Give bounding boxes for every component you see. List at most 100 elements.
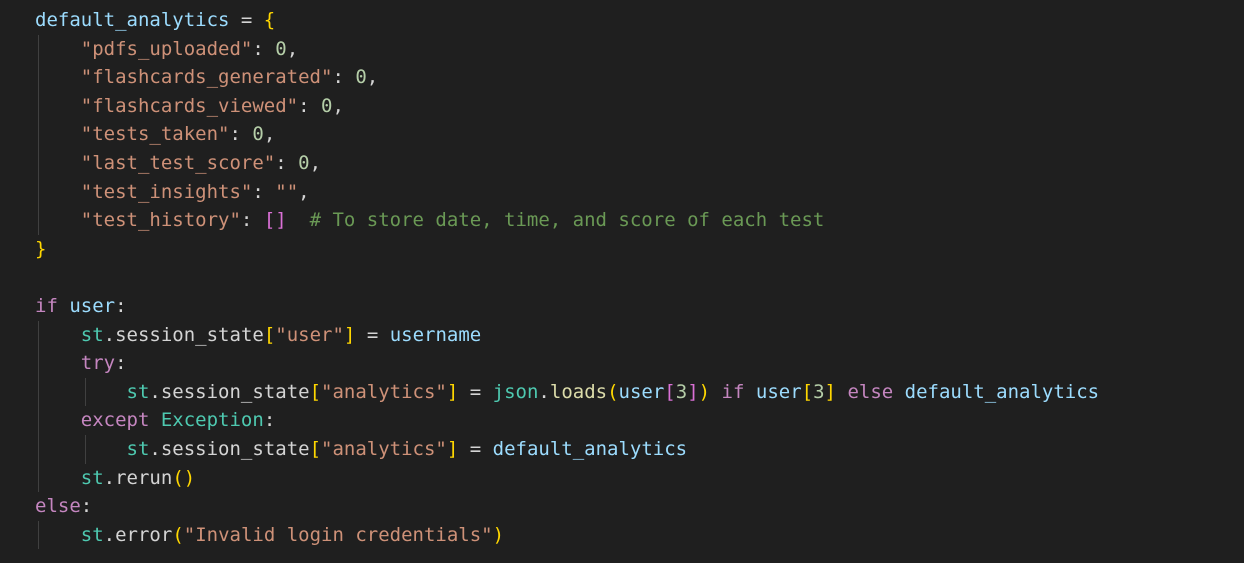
code-line-12: st.session_state["user"] = username [0,320,1244,350]
attribute-name: session_state [115,323,264,346]
operator: = [458,380,493,403]
dict-key: "test_history" [80,209,241,232]
code-comment: # To store date, time, and score of each… [286,209,825,232]
code-line-8: "test_history": [] # To store date, time… [0,206,1244,235]
punctuation: . [149,437,161,460]
punctuation: : [275,151,299,174]
keyword: except [80,409,150,432]
dict-key: "pdfs_uploaded" [80,37,253,60]
indent-guide [38,148,39,178]
bracket: [ [263,323,276,346]
object-name: st [126,437,150,460]
class-name: Exception [160,409,264,432]
number-literal: 0 [355,66,367,89]
variable-name: user [755,380,802,403]
indent-guide [38,406,39,435]
bracket: ( [607,380,619,403]
number-literal: 3 [813,380,825,403]
punctuation: . [149,380,161,403]
keyword: if [710,380,756,403]
punctuation: : [240,209,264,232]
variable-name: default_analytics [35,9,230,31]
bracket: [ [801,380,814,403]
number-literal: 0 [321,94,333,117]
string-literal: "Invalid login credentials" [183,523,493,546]
object-name: st [80,466,104,489]
string-literal: "analytics" [321,380,447,403]
punctuation: , [298,180,310,203]
keyword: else [836,380,905,403]
bracket: [ [309,380,322,403]
bracket: [ [309,437,322,460]
indent-guide [38,520,39,550]
bracket: ] [446,437,459,460]
object-name: st [80,323,104,346]
punctuation: . [103,466,116,489]
variable-name: user [69,294,116,317]
code-line-9: } [0,235,1244,264]
code-line-11: if user: [0,292,1244,321]
bracket: { [263,9,276,31]
operator: = [229,9,264,31]
string-literal: "user" [275,323,344,346]
keyword: if [35,294,58,317]
indent-guide [85,434,86,464]
operator: = [458,437,493,460]
bracket: ] [687,380,699,403]
number-literal: 0 [298,151,310,174]
indent-guide [38,377,39,407]
keyword: else [35,495,81,518]
code-line-17: st.rerun() [0,463,1244,493]
indent-guide [38,434,39,464]
punctuation: : [80,495,93,518]
bracket: ] [446,380,459,403]
indent-guide [38,206,39,235]
number-literal: 3 [675,380,688,403]
punctuation: , [263,123,276,146]
punctuation: : [115,352,127,375]
operator: = [355,323,390,346]
code-line-5: "tests_taken": 0, [0,120,1244,149]
punctuation: , [332,94,344,117]
variable-name: username [389,323,482,346]
bracket: ) [492,523,505,546]
punctuation: : [252,180,276,203]
code-line-14: st.session_state["analytics"] = json.loa… [0,377,1244,407]
string-literal: "" [275,180,299,203]
indent-guide [38,120,39,149]
object-name: st [126,380,150,403]
dict-key: "flashcards_generated" [80,66,333,89]
code-line-13: try: [0,349,1244,378]
function-name: loads [549,380,608,403]
module-name: json [492,380,539,403]
code-line-19: st.error("Invalid login credentials") [0,520,1244,550]
keyword: try [80,352,116,375]
code-line-6: "last_test_score": 0, [0,148,1244,178]
dict-key: "last_test_score" [80,151,276,174]
punctuation: , [286,37,299,60]
bracket: ) [698,380,711,403]
dict-key: "flashcards_viewed" [80,94,299,117]
punctuation: : [115,294,127,317]
indent-guide [38,91,39,121]
variable-name: user [618,380,665,403]
punctuation: , [366,66,379,89]
number-literal: 0 [252,123,264,146]
code-line-2: "pdfs_uploaded": 0, [0,34,1244,64]
code-editor[interactable]: default_analytics = { "pdfs_uploaded": 0… [0,0,1244,563]
indent-guide [38,34,39,64]
punctuation: , [309,151,322,174]
bracket: [ [664,380,676,403]
indent-guide [85,377,86,407]
function-name: rerun [115,466,173,489]
code-line-3: "flashcards_generated": 0, [0,63,1244,92]
punctuation: : [252,37,276,60]
punctuation: : [298,94,321,117]
function-name: error [115,523,173,546]
code-line-4: "flashcards_viewed": 0, [0,91,1244,121]
string-literal: "analytics" [321,437,447,460]
variable-name: default_analytics [904,380,1100,403]
bracket: () [172,466,196,489]
punctuation: : [332,66,356,89]
